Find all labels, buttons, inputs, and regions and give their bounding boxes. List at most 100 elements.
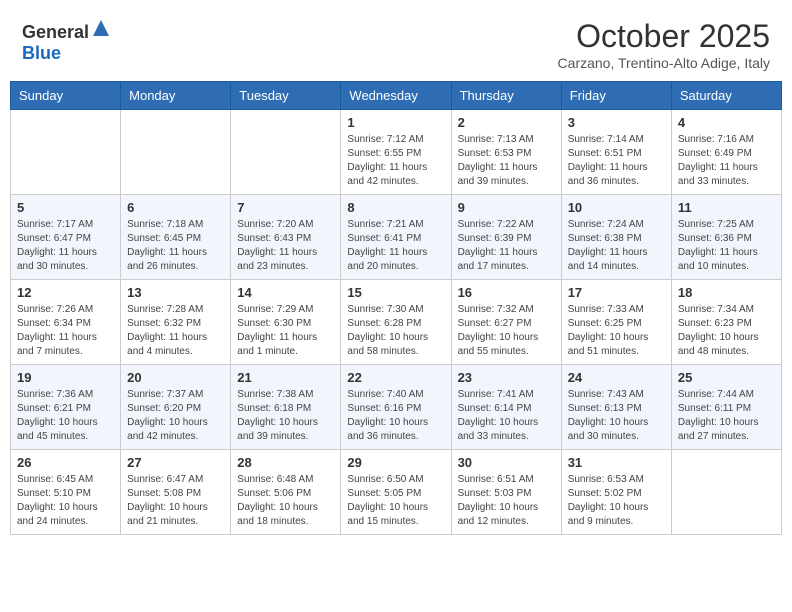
calendar-cell: 27 Sunrise: 6:47 AM Sunset: 5:08 PM Dayli… [121,450,231,535]
calendar-cell [231,110,341,195]
week-row-2: 5 Sunrise: 7:17 AM Sunset: 6:47 PM Daylig… [11,195,782,280]
cell-content: Sunrise: 7:24 AM Sunset: 6:38 PM Dayligh… [568,218,665,274]
calendar-cell [11,110,121,195]
cell-content: Sunrise: 7:14 AM Sunset: 6:51 PM Dayligh… [568,133,665,189]
cell-content: Sunrise: 7:41 AM Sunset: 6:14 PM Dayligh… [458,388,555,444]
cell-content: Sunrise: 7:40 AM Sunset: 6:16 PM Dayligh… [347,388,444,444]
cell-content: Sunrise: 7:28 AM Sunset: 6:32 PM Dayligh… [127,303,224,359]
day-number: 15 [347,285,444,300]
cell-content: Sunrise: 7:38 AM Sunset: 6:18 PM Dayligh… [237,388,334,444]
day-number: 17 [568,285,665,300]
calendar-cell: 6 Sunrise: 7:18 AM Sunset: 6:45 PM Daylig… [121,195,231,280]
calendar-cell: 9 Sunrise: 7:22 AM Sunset: 6:39 PM Daylig… [451,195,561,280]
cell-content: Sunrise: 6:51 AM Sunset: 5:03 PM Dayligh… [458,473,555,529]
cell-content: Sunrise: 7:37 AM Sunset: 6:20 PM Dayligh… [127,388,224,444]
cell-content: Sunrise: 7:22 AM Sunset: 6:39 PM Dayligh… [458,218,555,274]
calendar-cell: 4Sunrise: 7:16 AM Sunset: 6:49 PM Daylig… [671,110,781,195]
day-number: 12 [17,285,114,300]
day-number: 13 [127,285,224,300]
location-title: Carzano, Trentino-Alto Adige, Italy [558,55,770,71]
day-number: 21 [237,370,334,385]
week-row-4: 19 Sunrise: 7:36 AM Sunset: 6:21 PM Dayli… [11,365,782,450]
cell-content: Sunrise: 6:48 AM Sunset: 5:06 PM Dayligh… [237,473,334,529]
cell-content: Sunrise: 7:32 AM Sunset: 6:27 PM Dayligh… [458,303,555,359]
day-number: 14 [237,285,334,300]
calendar-cell: 21 Sunrise: 7:38 AM Sunset: 6:18 PM Dayli… [231,365,341,450]
day-number: 26 [17,455,114,470]
day-number: 19 [17,370,114,385]
week-row-5: 26Sunrise: 6:45 AM Sunset: 5:10 PM Dayli… [11,450,782,535]
cell-content: Sunrise: 7:30 AM Sunset: 6:28 PM Dayligh… [347,303,444,359]
cell-content: Sunrise: 7:13 AM Sunset: 6:53 PM Dayligh… [458,133,555,189]
calendar-cell [121,110,231,195]
day-number: 1 [347,115,444,130]
month-title: October 2025 [558,18,770,55]
calendar-cell [671,450,781,535]
calendar-cell: 7 Sunrise: 7:20 AM Sunset: 6:43 PM Daylig… [231,195,341,280]
calendar-cell: 26Sunrise: 6:45 AM Sunset: 5:10 PM Dayli… [11,450,121,535]
calendar-cell: 19 Sunrise: 7:36 AM Sunset: 6:21 PM Dayli… [11,365,121,450]
day-number: 29 [347,455,444,470]
day-number: 2 [458,115,555,130]
calendar-cell: 25 Sunrise: 7:44 AM Sunset: 6:11 PM Dayli… [671,365,781,450]
day-number: 9 [458,200,555,215]
calendar-cell: 14 Sunrise: 7:29 AM Sunset: 6:30 PM Dayli… [231,280,341,365]
calendar-cell: 12 Sunrise: 7:26 AM Sunset: 6:34 PM Dayli… [11,280,121,365]
cell-content: Sunrise: 7:43 AM Sunset: 6:13 PM Dayligh… [568,388,665,444]
cell-content: Sunrise: 7:26 AM Sunset: 6:34 PM Dayligh… [17,303,114,359]
cell-content: Sunrise: 7:20 AM Sunset: 6:43 PM Dayligh… [237,218,334,274]
week-row-3: 12 Sunrise: 7:26 AM Sunset: 6:34 PM Dayli… [11,280,782,365]
cell-content: Sunrise: 7:36 AM Sunset: 6:21 PM Dayligh… [17,388,114,444]
cell-content: Sunrise: 7:16 AM Sunset: 6:49 PM Dayligh… [678,133,775,189]
cell-content: Sunrise: 6:47 AM Sunset: 5:08 PM Dayligh… [127,473,224,529]
day-number: 5 [17,200,114,215]
logo-general: General [22,22,89,42]
column-header-sunday: Sunday [11,82,121,110]
day-number: 31 [568,455,665,470]
calendar-cell: 24 Sunrise: 7:43 AM Sunset: 6:13 PM Dayli… [561,365,671,450]
calendar-cell: 13 Sunrise: 7:28 AM Sunset: 6:32 PM Dayli… [121,280,231,365]
cell-content: Sunrise: 7:33 AM Sunset: 6:25 PM Dayligh… [568,303,665,359]
day-number: 11 [678,200,775,215]
day-number: 22 [347,370,444,385]
title-area: October 2025 Carzano, Trentino-Alto Adig… [558,18,770,71]
calendar-cell: 10Sunrise: 7:24 AM Sunset: 6:38 PM Dayli… [561,195,671,280]
day-number: 24 [568,370,665,385]
column-header-tuesday: Tuesday [231,82,341,110]
calendar-cell: 2 Sunrise: 7:13 AM Sunset: 6:53 PM Daylig… [451,110,561,195]
calendar-cell: 23Sunrise: 7:41 AM Sunset: 6:14 PM Dayli… [451,365,561,450]
day-number: 30 [458,455,555,470]
week-row-1: 1Sunrise: 7:12 AM Sunset: 6:55 PM Daylig… [11,110,782,195]
calendar-cell: 5 Sunrise: 7:17 AM Sunset: 6:47 PM Daylig… [11,195,121,280]
day-number: 6 [127,200,224,215]
calendar-cell: 8Sunrise: 7:21 AM Sunset: 6:41 PM Daylig… [341,195,451,280]
column-header-thursday: Thursday [451,82,561,110]
calendar-table: SundayMondayTuesdayWednesdayThursdayFrid… [10,81,782,535]
cell-content: Sunrise: 6:50 AM Sunset: 5:05 PM Dayligh… [347,473,444,529]
cell-content: Sunrise: 7:18 AM Sunset: 6:45 PM Dayligh… [127,218,224,274]
day-number: 25 [678,370,775,385]
calendar-cell: 18Sunrise: 7:34 AM Sunset: 6:23 PM Dayli… [671,280,781,365]
cell-content: Sunrise: 7:34 AM Sunset: 6:23 PM Dayligh… [678,303,775,359]
calendar-cell: 28 Sunrise: 6:48 AM Sunset: 5:06 PM Dayli… [231,450,341,535]
cell-content: Sunrise: 6:53 AM Sunset: 5:02 PM Dayligh… [568,473,665,529]
day-number: 16 [458,285,555,300]
logo-icon [91,18,111,38]
calendar-cell: 16 Sunrise: 7:32 AM Sunset: 6:27 PM Dayli… [451,280,561,365]
cell-content: Sunrise: 7:29 AM Sunset: 6:30 PM Dayligh… [237,303,334,359]
logo: General Blue [22,18,111,64]
calendar-cell: 30 Sunrise: 6:51 AM Sunset: 5:03 PM Dayli… [451,450,561,535]
column-header-monday: Monday [121,82,231,110]
day-number: 28 [237,455,334,470]
cell-content: Sunrise: 7:17 AM Sunset: 6:47 PM Dayligh… [17,218,114,274]
calendar-cell: 17 Sunrise: 7:33 AM Sunset: 6:25 PM Dayli… [561,280,671,365]
day-number: 27 [127,455,224,470]
calendar-cell: 15 Sunrise: 7:30 AM Sunset: 6:28 PM Dayli… [341,280,451,365]
column-header-wednesday: Wednesday [341,82,451,110]
calendar-cell: 20Sunrise: 7:37 AM Sunset: 6:20 PM Dayli… [121,365,231,450]
day-number: 7 [237,200,334,215]
day-number: 3 [568,115,665,130]
calendar-cell: 31 Sunrise: 6:53 AM Sunset: 5:02 PM Dayli… [561,450,671,535]
cell-content: Sunrise: 7:25 AM Sunset: 6:36 PM Dayligh… [678,218,775,274]
cell-content: Sunrise: 7:44 AM Sunset: 6:11 PM Dayligh… [678,388,775,444]
